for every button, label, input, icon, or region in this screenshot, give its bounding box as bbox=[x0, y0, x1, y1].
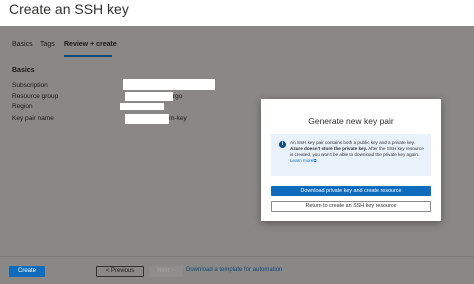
info-message-text: An SSH key pair contains both a public k… bbox=[290, 140, 427, 164]
learn-more-label: Learn more bbox=[290, 158, 314, 163]
dialog-title: Generate new key pair bbox=[308, 116, 394, 126]
info-icon: i bbox=[279, 141, 286, 148]
tab-review-create[interactable]: Review + create bbox=[64, 41, 117, 48]
redacted-key-pair-name-value bbox=[125, 114, 169, 124]
generate-key-pair-dialog: Generate new key pair i An SSH key pair … bbox=[261, 99, 441, 221]
field-label-resource-group: Resource group bbox=[12, 93, 59, 100]
resource-group-suffix: rgo bbox=[173, 93, 183, 100]
info-text-intro: An SSH key pair contains both a public k… bbox=[290, 140, 416, 145]
section-heading-basics: Basics bbox=[12, 67, 35, 74]
previous-button[interactable]: < Previous bbox=[96, 266, 144, 277]
field-label-key-pair-name: Key pair name bbox=[12, 115, 54, 122]
title-bar: Create an SSH key ··· bbox=[0, 0, 474, 26]
key-pair-name-suffix: m-key bbox=[169, 115, 187, 122]
create-button[interactable]: Create bbox=[9, 266, 45, 277]
field-label-region: Region bbox=[12, 103, 33, 110]
download-private-key-button[interactable]: Download private key and create resource bbox=[271, 186, 431, 196]
redacted-resource-group-value bbox=[125, 92, 173, 101]
redacted-region-value bbox=[120, 103, 164, 110]
external-link-icon: ⧉ bbox=[313, 158, 317, 163]
field-label-subscription: Subscription bbox=[12, 82, 48, 89]
info-message: i An SSH key pair contains both a public… bbox=[271, 134, 431, 176]
return-to-create-button[interactable]: Return to create an SSH key resource bbox=[271, 201, 431, 212]
learn-more-link[interactable]: Learn more⧉ bbox=[290, 158, 317, 163]
info-text-bold: Azure doesn't store the private key. bbox=[290, 146, 368, 151]
redacted-subscription-value bbox=[123, 79, 215, 90]
ellipsis-icon[interactable]: ··· bbox=[109, 2, 122, 13]
selected-tab-indicator bbox=[64, 55, 112, 57]
footer-divider bbox=[0, 256, 474, 257]
next-button[interactable]: Next > bbox=[149, 266, 183, 277]
tab-basics[interactable]: Basics bbox=[12, 41, 33, 48]
download-template-link[interactable]: Download a template for automation bbox=[186, 267, 282, 273]
tab-tags[interactable]: Tags bbox=[40, 41, 55, 48]
